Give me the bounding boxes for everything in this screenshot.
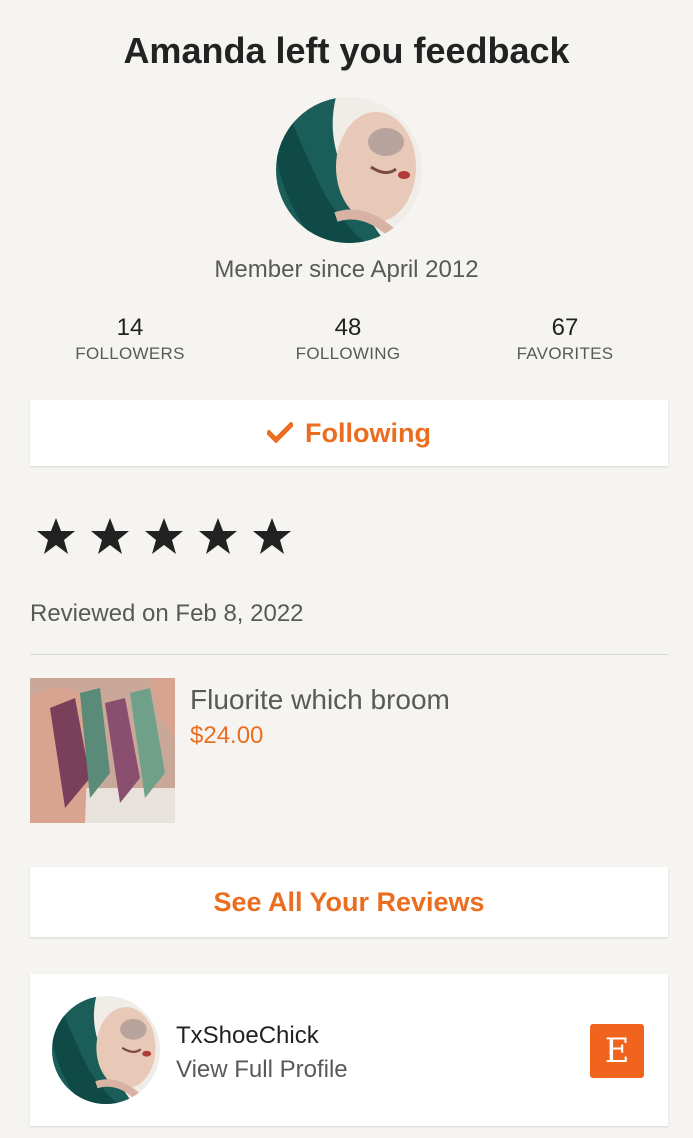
favorites-stat[interactable]: 67 FAVORITES xyxy=(465,314,665,364)
see-all-reviews-button[interactable]: See All Your Reviews xyxy=(30,867,668,937)
followers-label: FOLLOWERS xyxy=(75,344,185,363)
feedback-screen: Amanda left you feedback Member since Ap… xyxy=(0,0,693,1138)
avatar-photo-icon xyxy=(52,996,160,1104)
item-title[interactable]: Fluorite which broom xyxy=(190,684,450,716)
star-icon xyxy=(36,516,76,556)
following-label: FOLLOWING xyxy=(295,344,401,363)
followers-count: 14 xyxy=(116,314,144,341)
following-button[interactable]: Following xyxy=(30,400,668,466)
divider xyxy=(30,654,668,655)
favorites-label: FAVORITES xyxy=(516,344,614,363)
product-photo-icon xyxy=(30,678,175,823)
following-button-label: Following xyxy=(305,418,431,448)
view-full-profile-link[interactable]: View Full Profile xyxy=(176,1056,348,1084)
favorites-count: 67 xyxy=(551,314,579,341)
star-icon xyxy=(198,516,238,556)
following-stat[interactable]: 48 FOLLOWING xyxy=(248,314,448,364)
star-icon xyxy=(252,516,292,556)
following-count: 48 xyxy=(334,314,362,341)
profile-username: TxShoeChick xyxy=(176,1022,319,1049)
star-rating xyxy=(36,516,306,564)
followers-stat[interactable]: 14 FOLLOWERS xyxy=(30,314,230,364)
profile-avatar[interactable] xyxy=(52,996,160,1104)
profile-stats: 14 FOLLOWERS 48 FOLLOWING 67 FAVORITES xyxy=(20,314,673,374)
review-date: Reviewed on Feb 8, 2022 xyxy=(30,600,304,627)
avatar-photo-icon xyxy=(276,97,422,243)
star-icon xyxy=(90,516,130,556)
item-price: $24.00 xyxy=(190,722,264,749)
member-since-text: Member since April 2012 xyxy=(214,256,479,283)
reviewer-avatar[interactable] xyxy=(276,97,422,243)
star-icon xyxy=(144,516,184,556)
profile-card[interactable]: TxShoeChick View Full Profile E xyxy=(30,974,668,1126)
etsy-logo-icon: E xyxy=(590,1024,644,1078)
checkmark-icon xyxy=(265,402,295,468)
page-title: Amanda left you feedback xyxy=(123,30,570,71)
item-thumbnail[interactable] xyxy=(30,678,175,823)
